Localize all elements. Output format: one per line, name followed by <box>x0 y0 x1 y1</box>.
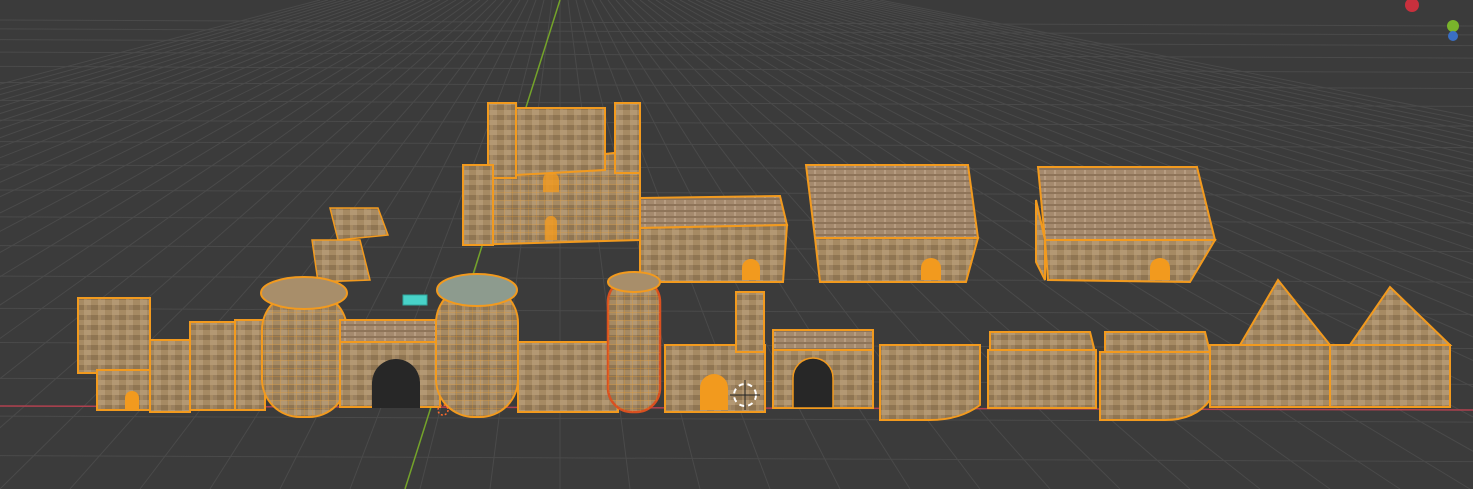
round-tower-left[interactable] <box>260 276 348 418</box>
house-large-2[interactable] <box>1035 166 1217 284</box>
wall-corner-door[interactable] <box>664 291 766 413</box>
curved-wall-2[interactable] <box>1099 331 1212 421</box>
3d-viewport[interactable] <box>0 0 1473 489</box>
small-cart[interactable] <box>402 294 428 306</box>
tall-tower-wall[interactable] <box>77 297 266 413</box>
corner-wall[interactable] <box>1209 278 1333 408</box>
long-hall[interactable] <box>639 194 789 283</box>
battlement-wall[interactable] <box>987 331 1097 409</box>
gate-arch[interactable] <box>339 319 441 408</box>
corner-battlement[interactable] <box>1329 285 1453 408</box>
viewport-scene[interactable] <box>0 0 1473 489</box>
house-large[interactable] <box>804 164 980 283</box>
slim-round-tower[interactable] <box>606 271 662 414</box>
wooden-stairs[interactable] <box>311 207 390 283</box>
curved-wall[interactable] <box>879 344 981 421</box>
round-tower-right[interactable] <box>435 273 519 418</box>
arch-wall[interactable] <box>772 329 874 409</box>
wall-segment[interactable] <box>517 341 619 413</box>
gizmo-z-axis[interactable] <box>1448 31 1458 41</box>
keep-building[interactable] <box>462 102 641 247</box>
